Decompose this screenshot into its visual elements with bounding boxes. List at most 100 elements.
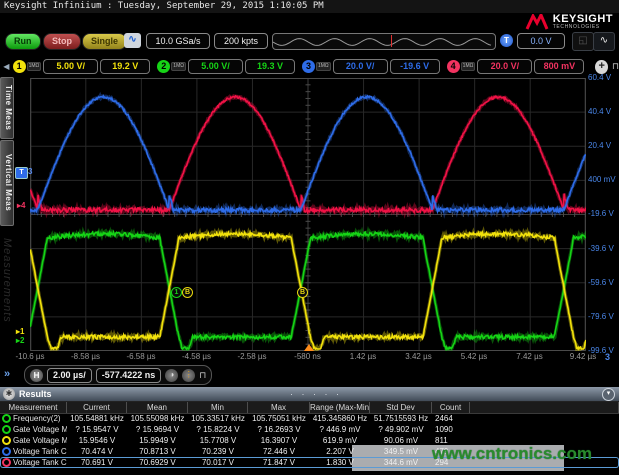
cell-stddev: 51.7515593 Hz bbox=[370, 413, 432, 424]
autoscale-icon[interactable]: ∿ bbox=[593, 32, 615, 51]
source-channel-icon bbox=[2, 425, 11, 434]
waveform-setup-icon[interactable]: ∿ bbox=[124, 33, 141, 48]
column-header-current[interactable]: Current bbox=[67, 402, 127, 413]
collapse-panel-icon[interactable]: ▾ bbox=[602, 388, 615, 401]
trigger-level-marker[interactable]: T3 bbox=[15, 167, 32, 179]
single-button[interactable]: Single bbox=[82, 33, 127, 50]
y-tick: -79.6 V bbox=[588, 312, 614, 321]
channel-3-controls[interactable]: 31MΩ20.0 V/-19.6 V bbox=[302, 59, 440, 74]
drag-handle-icon[interactable]: · · · · · bbox=[290, 389, 342, 399]
probe-icon[interactable]: ⊓ bbox=[612, 61, 619, 72]
zoom-mode-icon[interactable]: ◑ bbox=[165, 369, 178, 382]
x-tick: 7.42 µs bbox=[516, 352, 542, 361]
channel-2-ground-marker[interactable]: ▸2 bbox=[16, 336, 24, 345]
title-bar: Keysight Infiniium : Tuesday, September … bbox=[0, 0, 619, 13]
channel-1-offset[interactable]: 19.2 V bbox=[100, 59, 150, 74]
stop-button[interactable]: Stop bbox=[43, 33, 81, 50]
gear-icon[interactable]: ✱ bbox=[3, 388, 15, 400]
display-mode-icon[interactable]: ◱ bbox=[572, 32, 594, 51]
expand-chevron-icon[interactable]: » bbox=[4, 368, 10, 380]
cell-current: 70.691 V bbox=[67, 457, 127, 468]
channel-3-badge[interactable]: 3 bbox=[302, 60, 315, 73]
column-header-empty bbox=[470, 402, 619, 413]
horizontal-icon[interactable]: H bbox=[30, 369, 43, 382]
column-header-min[interactable]: Min bbox=[188, 402, 248, 413]
column-header-measurement[interactable]: Measurement bbox=[0, 402, 67, 413]
tab-vertical-meas[interactable]: Vertical Meas bbox=[0, 140, 14, 226]
x-tick: -6.58 µs bbox=[126, 352, 155, 361]
result-row-1[interactable]: Frequency(2)105.54881 kHz105.55098 kHz10… bbox=[0, 413, 619, 424]
brand-name: KEYSIGHT bbox=[553, 14, 613, 24]
run-button[interactable]: Run bbox=[5, 33, 41, 50]
cell-range: 1.830 V bbox=[310, 457, 370, 468]
add-channel-button[interactable]: + bbox=[595, 60, 608, 74]
column-header-range-max-min-[interactable]: Range (Max-Min) bbox=[310, 402, 370, 413]
waveform-plot[interactable] bbox=[30, 78, 586, 351]
memory-depth-box[interactable]: 200 kpts bbox=[214, 33, 268, 49]
column-header-count[interactable]: Count bbox=[432, 402, 470, 413]
results-title: Results bbox=[19, 389, 52, 399]
channel-1-controls[interactable]: 11MΩ5.00 V/19.2 V bbox=[13, 59, 151, 74]
channel-1-badge[interactable]: 1 bbox=[13, 60, 26, 73]
cell-current: 105.54881 kHz bbox=[67, 413, 127, 424]
trigger-level-box[interactable]: 0.0 V bbox=[517, 33, 565, 49]
horizontal-position-box[interactable]: -577.4222 ns bbox=[96, 368, 162, 383]
cell-max: 71.847 V bbox=[248, 457, 310, 468]
y-tick: -99.6 V bbox=[588, 346, 614, 355]
segmented-memory-icon[interactable]: ⋮ bbox=[182, 369, 195, 382]
channel-1-ground-marker[interactable]: ▸1 bbox=[16, 327, 24, 336]
trigger-icon[interactable]: T bbox=[500, 34, 513, 47]
cell-max: 16.3907 V bbox=[248, 435, 310, 446]
column-header-max[interactable]: Max bbox=[248, 402, 310, 413]
x-tick: -10.6 µs bbox=[15, 352, 44, 361]
cell-current: 70.474 V bbox=[67, 446, 127, 457]
channel-2-badge[interactable]: 2 bbox=[157, 60, 170, 73]
channel-1-impedance: 1MΩ bbox=[27, 62, 42, 71]
trigger-time-marker[interactable] bbox=[304, 344, 314, 351]
acquisition-preview-strip[interactable] bbox=[272, 33, 496, 50]
x-tick: -2.58 µs bbox=[237, 352, 266, 361]
cell-stddev: 90.06 mV bbox=[370, 435, 432, 446]
column-header-std-dev[interactable]: Std Dev bbox=[370, 402, 432, 413]
channel-4-badge[interactable]: 4 bbox=[447, 60, 460, 73]
cell-range: 2.207 V bbox=[310, 446, 370, 457]
x-tick: 1.42 µs bbox=[350, 352, 376, 361]
measurement-gate-marker-1[interactable]: 1 bbox=[171, 287, 182, 298]
channel-4-offset[interactable]: 800 mV bbox=[534, 59, 584, 74]
keysight-logo: KEYSIGHT TECHNOLOGIES bbox=[525, 13, 613, 31]
results-header[interactable]: ✱ Results · · · · · ▾ bbox=[0, 387, 619, 402]
channel-3-offset[interactable]: -19.6 V bbox=[390, 59, 440, 74]
cell-mean: 15.9949 V bbox=[127, 435, 188, 446]
channel-4-ground-marker[interactable]: ▸4 bbox=[17, 201, 25, 210]
cell-max: 72.446 V bbox=[248, 446, 310, 457]
tab-time-meas[interactable]: Time Meas bbox=[0, 77, 14, 139]
channel-bar-collapse-icon[interactable]: ◀ bbox=[0, 62, 13, 71]
cell-mean: 70.8713 V bbox=[127, 446, 188, 457]
measurement-gate-marker-b2[interactable]: B bbox=[297, 287, 308, 298]
channel-4-scale[interactable]: 20.0 V/ bbox=[477, 59, 532, 74]
source-channel-icon bbox=[2, 447, 11, 456]
source-channel-icon bbox=[2, 458, 11, 467]
preview-sine-icon bbox=[273, 34, 493, 49]
channel-2-offset[interactable]: 19.3 V bbox=[245, 59, 295, 74]
channel-bar: ◀ 11MΩ5.00 V/19.2 V21MΩ5.00 V/19.3 V31MΩ… bbox=[0, 56, 619, 77]
cell-count: 1090 bbox=[432, 424, 470, 435]
y-tick: -59.6 V bbox=[588, 278, 614, 287]
channel-3-scale[interactable]: 20.0 V/ bbox=[333, 59, 388, 74]
pin-icon[interactable]: ⊓ bbox=[199, 370, 206, 381]
channel-2-scale[interactable]: 5.00 V/ bbox=[188, 59, 243, 74]
channel-1-scale[interactable]: 5.00 V/ bbox=[43, 59, 98, 74]
sample-rate-box[interactable]: 10.0 GSa/s bbox=[146, 33, 210, 49]
result-row-2[interactable]: Gate Voltage MC? 15.9547 V? 15.9694 V? 1… bbox=[0, 424, 619, 435]
column-header-mean[interactable]: Mean bbox=[127, 402, 188, 413]
timebase-box[interactable]: 2.00 µs/ bbox=[47, 368, 92, 383]
keysight-logo-icon bbox=[525, 14, 549, 30]
channel-4-controls[interactable]: 41MΩ20.0 V/800 mV bbox=[447, 59, 585, 74]
measurement-name: Gate Voltage MC bbox=[13, 424, 67, 435]
measurement-gate-marker-b1[interactable]: B bbox=[182, 287, 193, 298]
measurement-name: Voltage Tank Cir bbox=[13, 446, 67, 457]
cell-mean: 105.55098 kHz bbox=[127, 413, 188, 424]
channel-2-controls[interactable]: 21MΩ5.00 V/19.3 V bbox=[157, 59, 295, 74]
measurement-name: Gate Voltage MC bbox=[13, 435, 67, 446]
channel-4-impedance: 1MΩ bbox=[461, 62, 476, 71]
